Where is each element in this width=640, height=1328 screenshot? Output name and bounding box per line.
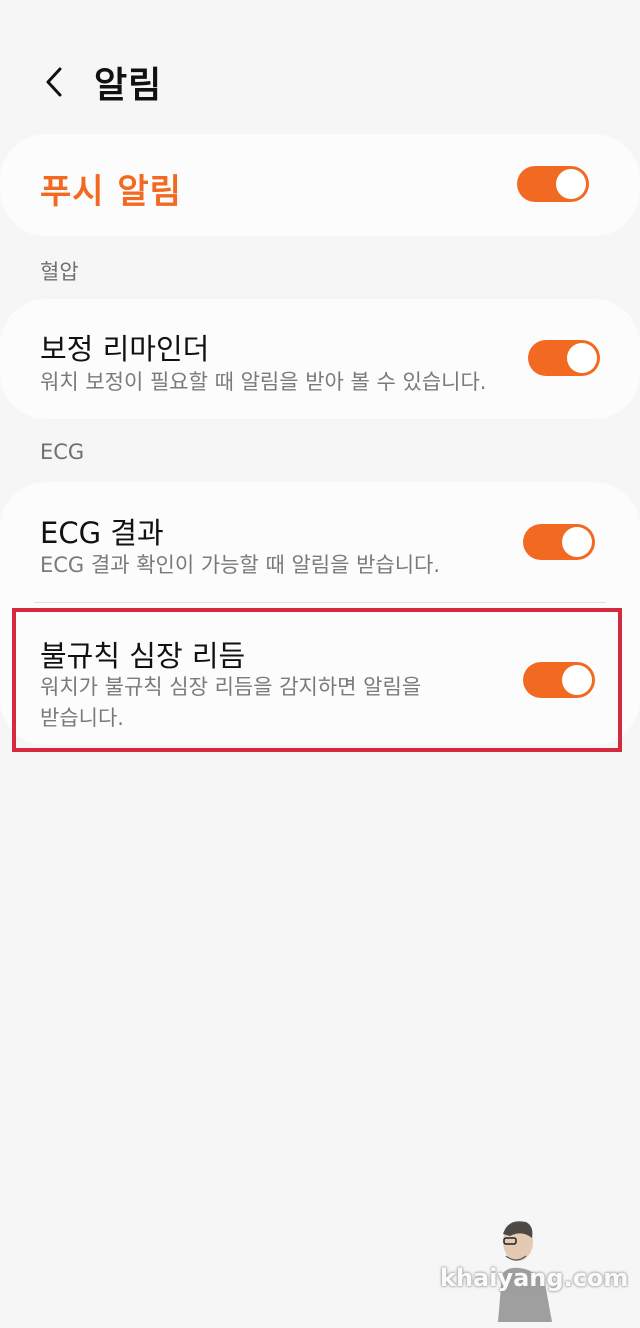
ecg-result-toggle[interactable] bbox=[523, 524, 595, 560]
watermark-text: khaiyang.com bbox=[440, 1264, 629, 1292]
push-notification-label: 푸시 알림 bbox=[40, 172, 182, 212]
back-button[interactable] bbox=[34, 62, 74, 102]
section-header-ecg: ECG bbox=[40, 440, 85, 464]
ecg-result-desc: ECG 결과 확인이 가능할 때 알림을 받습니다. bbox=[40, 553, 441, 577]
irregular-rhythm-title: 불규칙 심장 리듬 bbox=[40, 639, 246, 673]
calibration-reminder-title: 보정 리마인더 bbox=[40, 332, 210, 366]
calibration-reminder-desc: 워치 보정이 필요할 때 알림을 받아 볼 수 있습니다. bbox=[40, 370, 487, 394]
chevron-left-icon bbox=[46, 67, 62, 97]
irregular-rhythm-desc-line1: 워치가 불규칙 심장 리듬을 감지하면 알림을 bbox=[40, 675, 422, 699]
divider bbox=[34, 602, 606, 603]
section-header-bp: 혈압 bbox=[40, 260, 79, 284]
push-notification-toggle[interactable] bbox=[517, 166, 589, 202]
toggle-knob bbox=[562, 527, 592, 557]
toggle-knob bbox=[567, 343, 597, 373]
page-title: 알림 bbox=[94, 65, 163, 106]
irregular-rhythm-toggle[interactable] bbox=[523, 662, 595, 698]
irregular-rhythm-desc-line2: 받습니다. bbox=[40, 706, 124, 730]
ecg-result-title: ECG 결과 bbox=[40, 516, 164, 550]
calibration-reminder-toggle[interactable] bbox=[528, 340, 600, 376]
toggle-knob bbox=[562, 665, 592, 695]
toggle-knob bbox=[556, 169, 586, 199]
